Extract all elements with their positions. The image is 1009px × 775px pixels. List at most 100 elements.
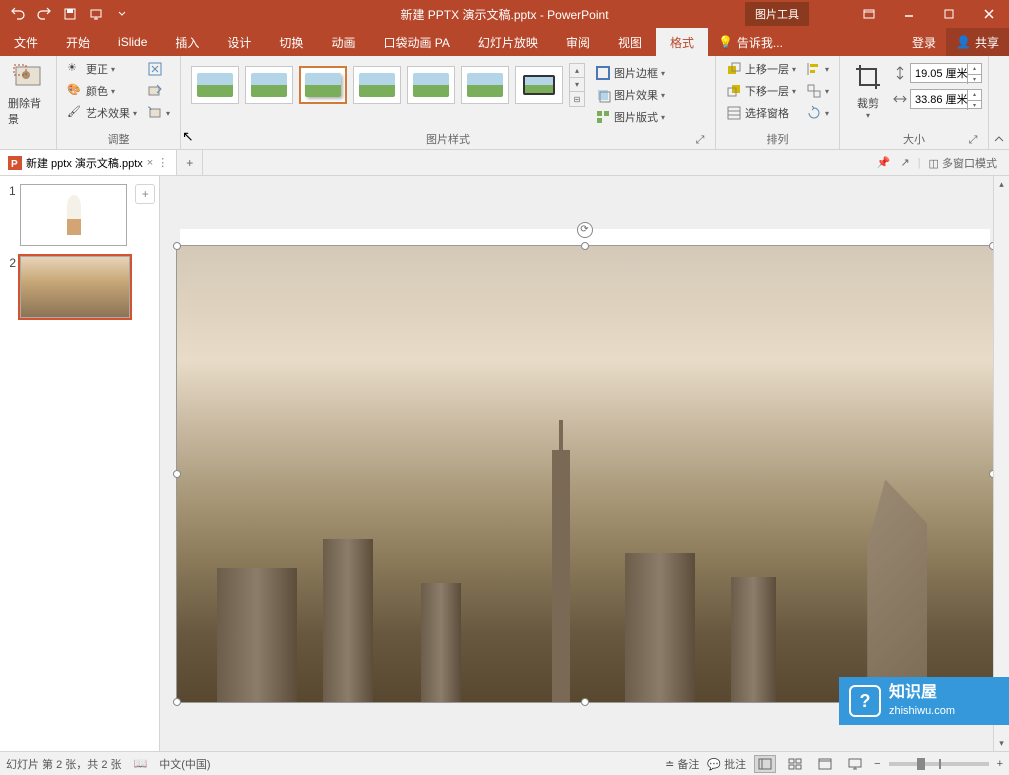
- normal-view-button[interactable]: [754, 755, 776, 773]
- resize-handle-w[interactable]: [173, 470, 181, 478]
- slideshow-view-button[interactable]: [844, 755, 866, 773]
- tab-file[interactable]: 文件: [0, 28, 52, 56]
- style-thumb-5[interactable]: [407, 66, 455, 104]
- width-down[interactable]: ▾: [968, 101, 981, 111]
- remove-background-button[interactable]: 删除背景: [6, 59, 50, 129]
- bring-forward-button[interactable]: 上移一层▾: [722, 59, 800, 79]
- comments-button[interactable]: 💬 批注: [707, 756, 746, 772]
- selection-pane-button[interactable]: 选择窗格: [722, 103, 800, 123]
- doc-tab-close[interactable]: ×: [147, 157, 153, 169]
- ribbon-options-button[interactable]: [849, 0, 889, 28]
- notes-button[interactable]: ≐ 备注: [665, 756, 699, 772]
- resize-handle-nw[interactable]: [173, 242, 181, 250]
- compress-button[interactable]: [143, 59, 174, 79]
- vertical-scrollbar[interactable]: ▴ ▾: [993, 176, 1009, 751]
- dialog-launcher-icon[interactable]: ⤢: [966, 133, 980, 147]
- rotate-button[interactable]: ▾: [802, 103, 833, 123]
- tab-slideshow[interactable]: 幻灯片放映: [464, 28, 552, 56]
- slide-counter[interactable]: 幻灯片 第 2 张，共 2 张: [6, 756, 122, 772]
- add-tab-button[interactable]: +: [177, 150, 203, 175]
- tab-pocket-anim[interactable]: 口袋动画 PA: [369, 28, 463, 56]
- align-button[interactable]: ▾: [802, 59, 833, 79]
- slideshow-button[interactable]: [84, 2, 108, 26]
- color-button[interactable]: 🎨颜色▾: [63, 81, 141, 101]
- height-up[interactable]: ▴: [968, 64, 981, 75]
- tell-me-search[interactable]: 💡 告诉我...: [708, 28, 793, 56]
- collapse-ribbon: [989, 56, 1009, 149]
- multi-window-button[interactable]: ◫ 多窗口模式: [927, 153, 999, 173]
- undo-button[interactable]: [6, 2, 30, 26]
- resize-handle-n[interactable]: [581, 242, 589, 250]
- send-backward-button[interactable]: 下移一层▾: [722, 81, 800, 101]
- gallery-down-button[interactable]: ▾: [570, 78, 584, 92]
- rotate-handle[interactable]: ⟳: [577, 222, 593, 238]
- style-thumb-1[interactable]: [191, 66, 239, 104]
- change-picture-button[interactable]: [143, 81, 174, 101]
- tab-format[interactable]: 格式: [656, 28, 708, 56]
- qat-more-button[interactable]: [110, 2, 134, 26]
- style-thumb-6[interactable]: [461, 66, 509, 104]
- group-size: 裁剪 ▾ 19.05 厘米▴▾ 33.86 厘米▴▾ 大小⤢: [840, 56, 989, 149]
- close-button[interactable]: [969, 0, 1009, 28]
- picture-border-button[interactable]: 图片边框▾: [591, 63, 669, 83]
- corrections-button[interactable]: ☀更正▾: [63, 59, 141, 79]
- sorter-view-button[interactable]: [784, 755, 806, 773]
- language-button[interactable]: 中文(中国): [159, 756, 210, 772]
- resize-handle-s[interactable]: [581, 698, 589, 706]
- tab-animations[interactable]: 动画: [317, 28, 369, 56]
- resize-handle-sw[interactable]: [173, 698, 181, 706]
- slide-thumbnail-1[interactable]: [20, 184, 128, 246]
- slide-canvas-area[interactable]: ⟳ ▴ ▾: [160, 176, 1009, 751]
- picture-layout-button[interactable]: 图片版式▾: [591, 107, 669, 127]
- share-button[interactable]: 👤 共享: [946, 28, 1009, 56]
- login-button[interactable]: 登录: [902, 34, 946, 51]
- doc-tab-menu[interactable]: ⋮: [157, 156, 168, 169]
- zoom-slider[interactable]: [889, 762, 989, 766]
- slide-thumbnail-2[interactable]: [20, 256, 130, 318]
- style-thumb-7[interactable]: [515, 66, 563, 104]
- spellcheck-icon[interactable]: 📖: [134, 757, 148, 770]
- document-tab[interactable]: P 新建 pptx 演示文稿.pptx × ⋮: [0, 150, 177, 175]
- gallery-up-button[interactable]: ▴: [570, 64, 584, 78]
- crop-button[interactable]: 裁剪 ▾: [846, 59, 890, 122]
- save-button[interactable]: [58, 2, 82, 26]
- zoom-slider-thumb[interactable]: [917, 758, 925, 770]
- artistic-effects-button[interactable]: 🖌艺术效果▾: [63, 103, 141, 123]
- minimize-button[interactable]: [889, 0, 929, 28]
- tab-review[interactable]: 审阅: [552, 28, 604, 56]
- chevron-down-icon: ▾: [825, 109, 829, 118]
- tab-view[interactable]: 视图: [604, 28, 656, 56]
- zoom-in-button[interactable]: +: [997, 758, 1003, 770]
- width-input-row: 33.86 厘米▴▾: [892, 89, 982, 109]
- tab-islide[interactable]: iSlide: [104, 28, 161, 56]
- dialog-launcher-icon[interactable]: ⤢: [693, 133, 707, 147]
- tab-transitions[interactable]: 切换: [265, 28, 317, 56]
- arrow-button[interactable]: ↗: [898, 154, 911, 171]
- gallery-more-button[interactable]: ⊟: [570, 92, 584, 106]
- reset-picture-button[interactable]: ▾: [143, 103, 174, 123]
- height-input[interactable]: 19.05 厘米▴▾: [910, 63, 982, 83]
- tab-design[interactable]: 设计: [213, 28, 265, 56]
- tab-insert[interactable]: 插入: [161, 28, 213, 56]
- collapse-ribbon-button[interactable]: [993, 133, 1005, 145]
- style-thumb-3[interactable]: [299, 66, 347, 104]
- width-up[interactable]: ▴: [968, 90, 981, 101]
- style-thumb-2[interactable]: [245, 66, 293, 104]
- zoom-out-button[interactable]: −: [874, 758, 880, 770]
- pin-button[interactable]: 📌: [875, 154, 893, 171]
- width-input[interactable]: 33.86 厘米▴▾: [910, 89, 982, 109]
- add-slide-button[interactable]: +: [135, 184, 155, 204]
- redo-button[interactable]: [32, 2, 56, 26]
- reading-view-button[interactable]: [814, 755, 836, 773]
- style-thumb-4[interactable]: [353, 66, 401, 104]
- watermark-badge[interactable]: ? 知识屋 zhishiwu.com: [839, 677, 1009, 725]
- scroll-up-button[interactable]: ▴: [994, 176, 1009, 192]
- selection-pane-label: 选择窗格: [745, 105, 789, 121]
- group-objects-button[interactable]: ▾: [802, 81, 833, 101]
- maximize-button[interactable]: [929, 0, 969, 28]
- notes-label: 备注: [677, 759, 699, 771]
- tab-home[interactable]: 开始: [52, 28, 104, 56]
- height-down[interactable]: ▾: [968, 75, 981, 85]
- selected-image[interactable]: ⟳: [176, 245, 994, 703]
- picture-effects-button[interactable]: 图片效果▾: [591, 85, 669, 105]
